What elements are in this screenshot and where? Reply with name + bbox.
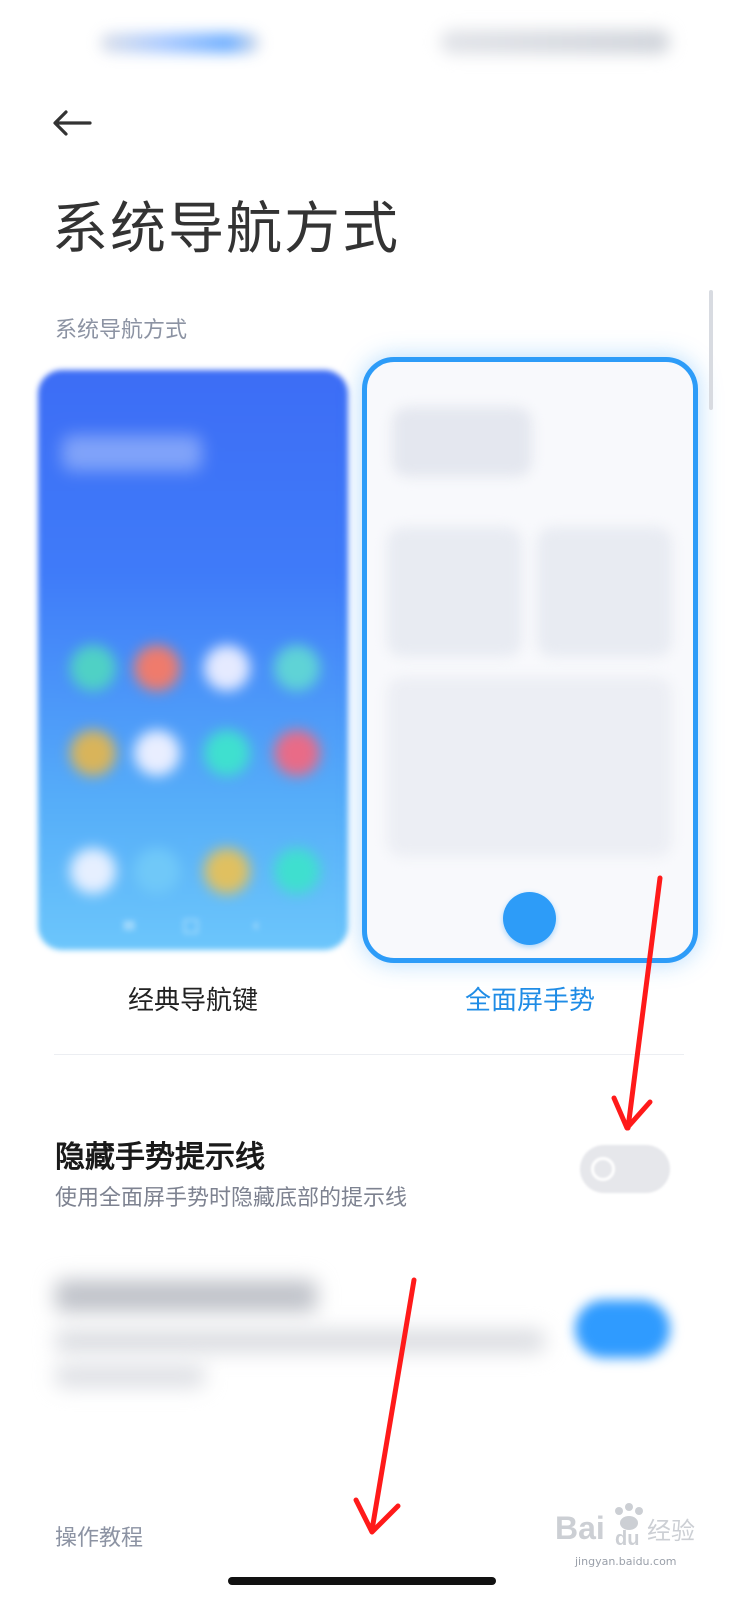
- back-button[interactable]: [42, 95, 102, 150]
- watermark-site: 经验: [647, 1517, 695, 1545]
- annotation-arrow-icon: [353, 1277, 417, 1535]
- paw-icon: [615, 1503, 643, 1530]
- option-label-gesture[interactable]: 全面屏手势: [362, 980, 698, 1017]
- app-icon-blurred: [70, 645, 116, 691]
- status-bar-right-blurred: [440, 30, 670, 54]
- home-gesture-dot-icon: [503, 892, 556, 945]
- app-icon-blurred: [70, 730, 116, 776]
- app-icon-blurred: [70, 848, 116, 894]
- watermark-url: jingyan.baidu.com: [575, 1555, 677, 1568]
- home-indicator[interactable]: [228, 1577, 496, 1585]
- toggle-knob: [591, 1157, 615, 1181]
- blurred-setting-title: [55, 1280, 317, 1312]
- page-title: 系统导航方式: [52, 197, 400, 262]
- blurred-setting-subtitle: [55, 1365, 205, 1387]
- scrollbar[interactable]: [709, 290, 713, 410]
- option-label-classic[interactable]: 经典导航键: [38, 980, 348, 1017]
- arrow-left-icon: [53, 109, 92, 136]
- blurred-setting-toggle[interactable]: [575, 1300, 670, 1358]
- app-icon-blurred: [134, 848, 180, 894]
- app-icon-blurred: [134, 730, 180, 776]
- app-icon-blurred: [134, 645, 180, 691]
- divider: [54, 1054, 684, 1055]
- app-icon-blurred: [204, 645, 250, 691]
- app-icon-blurred: [204, 848, 250, 894]
- menu-icon: ≡: [121, 915, 137, 936]
- hide-hint-line-subtitle: 使用全面屏手势时隐藏底部的提示线: [55, 1186, 408, 1211]
- app-icon-blurred: [274, 645, 320, 691]
- hide-hint-line-title: 隐藏手势提示线: [55, 1140, 265, 1175]
- app-icon-blurred: [274, 848, 320, 894]
- baidu-watermark-logo: Bai du 经验: [555, 1503, 695, 1550]
- status-bar-left-blurred: [100, 33, 260, 53]
- watermark-brand: Bai: [555, 1510, 605, 1546]
- watermark-brand-suffix: du: [615, 1528, 639, 1550]
- app-icon-blurred: [274, 730, 320, 776]
- hide-hint-line-toggle[interactable]: [580, 1145, 670, 1193]
- tutorial-label[interactable]: 操作教程: [55, 1520, 143, 1552]
- back-chevron-icon: ‹: [252, 915, 260, 936]
- home-square-icon: □: [182, 915, 200, 936]
- blurred-setting-subtitle: [55, 1330, 545, 1352]
- section-label: 系统导航方式: [55, 318, 188, 343]
- gesture-preview-content: [372, 367, 688, 953]
- classic-navigation-preview[interactable]: ≡ □ ‹: [38, 370, 348, 950]
- preview-blurred-text: [62, 435, 202, 471]
- app-icon-blurred: [204, 730, 250, 776]
